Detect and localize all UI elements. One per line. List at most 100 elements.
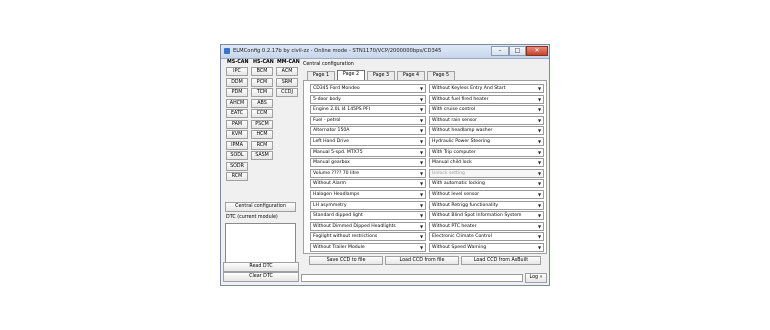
chevron-down-icon: ▼: [419, 245, 424, 250]
log-button[interactable]: Log »: [525, 273, 547, 283]
option-dropdown-right-4[interactable]: Without rain sensor ▼: [429, 115, 544, 125]
tab-page-2[interactable]: Page 2: [337, 70, 365, 80]
module-button-hs-can-8[interactable]: SASM: [251, 151, 273, 160]
module-button-ms-can-5[interactable]: PAM: [226, 119, 248, 129]
log-field[interactable]: [301, 274, 523, 282]
load-ccd-asbuilt-button[interactable]: Load CCD from AsBuilt: [461, 256, 541, 265]
option-dropdown-right-8[interactable]: Manual child lock ▼: [429, 158, 544, 168]
option-value: Manual gearbox: [313, 160, 350, 166]
option-dropdown-left-6[interactable]: Left Hand Drive ▼: [310, 137, 426, 146]
save-ccd-button[interactable]: Save CCD to file: [309, 256, 383, 265]
module-button-hs-can-4[interactable]: CCM: [251, 109, 273, 118]
option-dropdown-right-15[interactable]: Electronic Climate Control ▼: [429, 232, 544, 242]
module-button-hs-can-1[interactable]: PCM: [251, 77, 273, 87]
tab-page-5[interactable]: Page 5: [427, 71, 455, 80]
title-bar[interactable]: ELMConfig 0.2.17b by civil-zz - Online m…: [221, 45, 549, 59]
central-configuration-panel: Central configuration Page 1 Page 2 Page 3…: [301, 60, 549, 283]
tab-page-3[interactable]: Page 3: [367, 71, 395, 80]
close-button[interactable]: ✕: [526, 46, 548, 56]
module-button-ms-can-4[interactable]: EATC: [226, 109, 248, 118]
module-button-hs-can-7[interactable]: RCM: [251, 140, 273, 150]
option-dropdown-left-7[interactable]: Manual 5-spd. MTX75 ▼: [310, 147, 426, 157]
option-dropdown-right-11[interactable]: Without level sensor ▼: [429, 190, 544, 199]
chevron-down-icon: ▼: [419, 96, 424, 102]
option-value: Volume ???? 70 litre: [313, 170, 360, 176]
module-button-hs-can-6[interactable]: HCM: [251, 130, 273, 139]
load-ccd-button[interactable]: Load CCD from file: [385, 256, 459, 265]
option-dropdown-left-1[interactable]: CD345 Ford Mondeo ▼: [310, 84, 426, 93]
option-value: With cruise control: [432, 107, 476, 113]
tab-page-4[interactable]: Page 4: [397, 71, 425, 80]
tab-content: CD345 Ford Mondeo ▼ 5-door body ▼ Engine 2.0…: [303, 80, 547, 254]
module-button-ms-can-9[interactable]: SODR: [226, 161, 248, 171]
module-button-hs-can-5[interactable]: PSCM: [251, 119, 273, 129]
option-dropdown-right-13[interactable]: Without Blind Spot Information System ▼: [429, 211, 544, 221]
module-button-ms-can-2[interactable]: PDM: [226, 88, 248, 97]
option-value: Manual 5-spd. MTX75: [313, 149, 363, 155]
option-dropdown-left-9[interactable]: Volume ???? 70 litre ▼: [310, 168, 426, 178]
module-button-ms-can-8[interactable]: SODL: [226, 151, 248, 160]
option-value: Manual child lock: [432, 160, 472, 166]
option-value: With Trip computer: [432, 149, 476, 155]
option-dropdown-right-1[interactable]: Without Keyless Entry And Start ▼: [429, 84, 544, 93]
option-value: Without Dimmed Dipped Headlights: [313, 223, 396, 229]
mm-can-header: MM-CAN: [277, 60, 300, 65]
module-button-ms-can-1[interactable]: DDM: [226, 77, 248, 87]
option-value: Without PTC heater: [432, 223, 477, 229]
tab-page-1[interactable]: Page 1: [307, 71, 335, 80]
module-button-mm-can-0[interactable]: ACM: [276, 67, 298, 76]
option-dropdown-right-14[interactable]: Without PTC heater ▼: [429, 221, 544, 231]
option-value: Hydraulic Power Steering: [432, 139, 490, 144]
central-configuration-button[interactable]: Central configuration: [225, 202, 296, 212]
chevron-down-icon: ▼: [537, 245, 542, 250]
option-dropdown-right-3[interactable]: With cruise control ▼: [429, 105, 544, 115]
option-dropdown-left-11[interactable]: Halogen Headlamps ▼: [310, 190, 426, 199]
option-dropdown-left-10[interactable]: Without Alarm ▼: [310, 179, 426, 189]
option-dropdown-right-10[interactable]: With automatic locking ▼: [429, 179, 544, 189]
minimize-button[interactable]: –: [491, 46, 509, 56]
option-dropdown-left-15[interactable]: Foglight without restrictions ▼: [310, 232, 426, 242]
option-dropdown-left-12[interactable]: LH asymmetry ▼: [310, 200, 426, 210]
option-dropdown-left-8[interactable]: Manual gearbox ▼: [310, 158, 426, 168]
chevron-down-icon: ▼: [537, 96, 542, 102]
module-button-hs-can-2[interactable]: TCM: [251, 88, 273, 97]
module-button-ms-can-3[interactable]: AHCM: [226, 98, 248, 108]
option-dropdown-left-13[interactable]: Standard dipped light ▼: [310, 211, 426, 221]
ms-can-header: MS-CAN: [227, 60, 249, 65]
module-button-ms-can-7[interactable]: IPMA: [226, 140, 248, 150]
option-value: With automatic locking: [432, 181, 485, 187]
module-button-mm-can-1[interactable]: SRM: [276, 77, 298, 87]
option-dropdown-right-6[interactable]: Hydraulic Power Steering ▼: [429, 137, 544, 146]
chevron-down-icon: ▼: [537, 107, 542, 113]
option-dropdown-right-12[interactable]: Without Retrigg functionality ▼: [429, 200, 544, 210]
module-button-mm-can-2[interactable]: CCDJ: [276, 88, 298, 97]
maximize-button[interactable]: □: [509, 46, 526, 56]
module-button-ms-can-6[interactable]: KVM: [226, 130, 248, 139]
option-dropdown-right-7[interactable]: With Trip computer ▼: [429, 147, 544, 157]
option-dropdown-right-2[interactable]: Without fuel fired heater ▼: [429, 94, 544, 104]
chevron-down-icon: ▼: [419, 86, 424, 91]
module-button-hs-can-3[interactable]: ABS: [251, 98, 273, 108]
option-dropdown-left-14[interactable]: Without Dimmed Dipped Headlights ▼: [310, 221, 426, 231]
chevron-down-icon: ▼: [537, 149, 542, 155]
option-dropdown-right-9: Unlock setting ▼: [429, 168, 544, 178]
option-value: Fuel - petrol: [313, 117, 341, 123]
module-button-ms-can-10[interactable]: RCM: [226, 172, 248, 181]
option-dropdown-right-5[interactable]: Without headlamp washer ▼: [429, 126, 544, 136]
option-value: Without Blind Spot Information System: [432, 213, 522, 219]
option-dropdown-left-16[interactable]: Without Trailer Module ▼: [310, 243, 426, 252]
option-dropdown-left-3[interactable]: Engine 2.0L I4 145PS PFI ▼: [310, 105, 426, 115]
option-dropdown-left-4[interactable]: Fuel - petrol ▼: [310, 115, 426, 125]
option-value: Electronic Climate Control: [432, 234, 492, 240]
chevron-down-icon: ▼: [419, 128, 424, 134]
option-value: Without rain sensor: [432, 117, 477, 123]
option-dropdown-left-2[interactable]: 5-door body ▼: [310, 94, 426, 104]
module-button-ms-can-0[interactable]: IPC: [226, 67, 248, 76]
option-dropdown-left-5[interactable]: Alternator 150A ▼: [310, 126, 426, 136]
option-value: Standard dipped light: [313, 213, 363, 219]
option-dropdown-right-16[interactable]: Without Speed Warning ▼: [429, 243, 544, 252]
chevron-down-icon: ▼: [419, 149, 424, 155]
clear-dtc-button[interactable]: Clear DTC: [223, 272, 299, 282]
read-dtc-button[interactable]: Read DTC: [223, 262, 299, 272]
module-button-hs-can-0[interactable]: BCM: [251, 67, 273, 76]
